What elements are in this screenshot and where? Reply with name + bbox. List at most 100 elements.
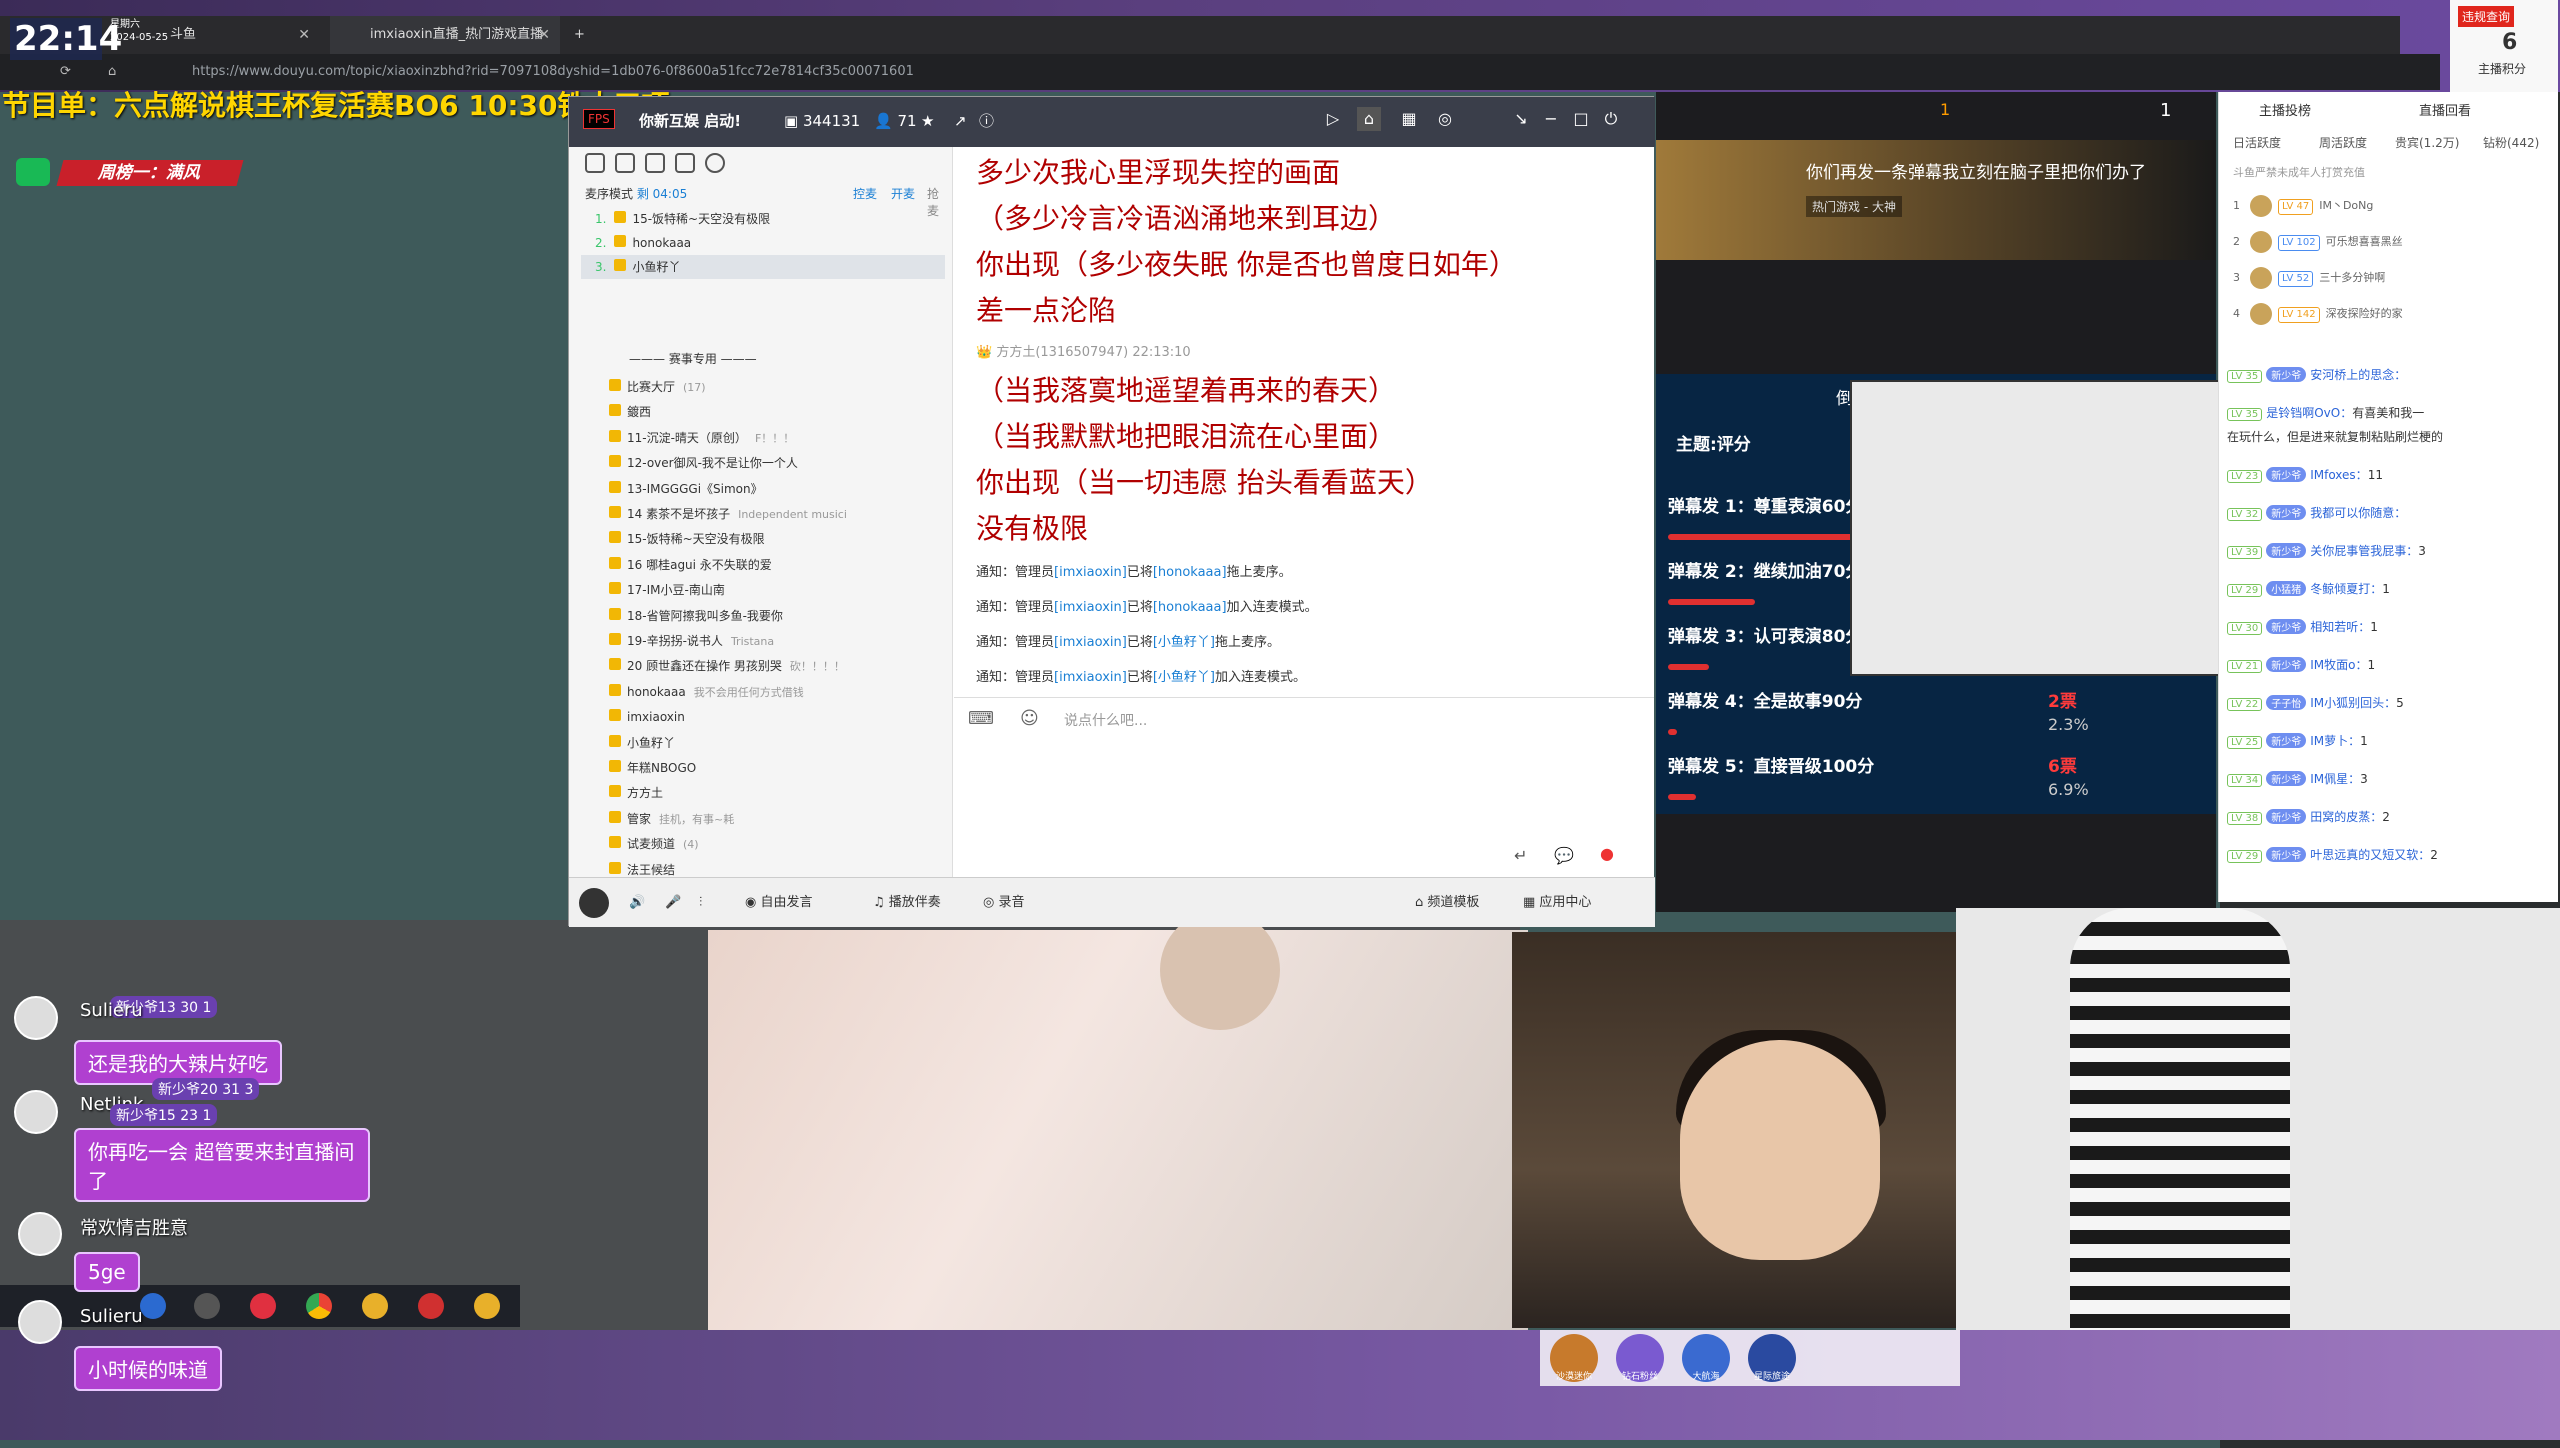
channel-item[interactable]: 14 素茶不是坏孩子 Independent musici (609, 502, 949, 526)
power-icon[interactable]: ⏻ (1599, 107, 1623, 131)
subtab-daily[interactable]: 日活跃度 (2233, 134, 2281, 151)
rank-item[interactable]: 2 LV 102 可乐想喜喜黑丝 (2233, 226, 2543, 258)
emoji-icon[interactable]: ☺ (1020, 708, 1039, 729)
chat-username[interactable]: 安河桥上的思念： (2310, 368, 2406, 382)
chat-username[interactable]: 我都可以你随意： (2310, 506, 2406, 520)
mixer-icon[interactable]: ⫶ (699, 878, 702, 928)
tab-anchor-rank[interactable]: 主播投榜 (2259, 100, 2311, 119)
message-input[interactable]: 说点什么吧... (1064, 710, 1147, 730)
home-icon[interactable]: ⌂ (1357, 107, 1381, 131)
gamepad-icon[interactable]: ◎ (1433, 107, 1457, 131)
subtab-vip[interactable]: 贵宾(1.2万) (2395, 134, 2459, 151)
gift-item[interactable]: 沙漠迷你 (1550, 1334, 1598, 1382)
channel-item[interactable]: imxiaoxin (609, 705, 949, 729)
new-tab-button[interactable]: + (566, 16, 596, 54)
message-input-area[interactable]: ⌨ ☺ 说点什么吧... ↵ 💬 ● (954, 697, 1654, 877)
channel-item[interactable]: 11-沉淀-晴天（原创） F！！！ (609, 426, 949, 450)
star-icon[interactable]: ★ (921, 99, 934, 143)
channel-item[interactable]: 小鱼籽丫 (609, 731, 949, 755)
violation-query-button[interactable]: 违规查询 (2458, 6, 2515, 27)
channel-item[interactable]: 鍍西 (609, 400, 949, 424)
channel-item[interactable]: 比赛大厅 (17) (609, 375, 949, 399)
channel-item[interactable]: 18-省管阿擦我叫多鱼-我要你 (609, 604, 949, 628)
channel-item[interactable]: 方方土 (609, 781, 949, 805)
minimize-to-tray-icon[interactable]: ↘ (1509, 107, 1533, 131)
tab-replay[interactable]: 直播回看 (2419, 100, 2471, 119)
notice-user[interactable]: [imxiaoxin] (1054, 670, 1127, 685)
record-button[interactable]: ◎ 录音 (983, 878, 1025, 928)
app-icon[interactable] (418, 1293, 444, 1319)
channel-item[interactable]: 15-饭特稀~天空没有极限 (609, 527, 949, 551)
close-icon[interactable]: ✕ (298, 16, 310, 54)
app-center-button[interactable]: ▦ 应用中心 (1523, 878, 1591, 928)
notes-icon[interactable] (675, 153, 695, 173)
chat-username[interactable]: 冬鲸倾夏打： (2310, 582, 2382, 596)
channel-template-button[interactable]: ⌂ 频道模板 (1415, 878, 1479, 928)
gift-item[interactable]: 星际旅途 (1748, 1334, 1796, 1382)
channel-item[interactable]: 17-IM小豆-南山南 (609, 578, 949, 602)
gift-item[interactable]: 大航海 (1682, 1334, 1730, 1382)
notice-user[interactable]: [imxiaoxin] (1054, 600, 1127, 615)
chat-username[interactable]: IM牧面o： (2310, 658, 2367, 672)
gift-icon[interactable] (615, 153, 635, 173)
channel-item[interactable]: 年糕NBOGO (609, 756, 949, 780)
share-icon[interactable]: ↗ (954, 99, 967, 143)
enter-icon[interactable]: ↵ (1514, 846, 1527, 865)
free-talk-button[interactable]: ◉ 自由发言 (745, 878, 813, 928)
chat-username[interactable]: 是铃铛啊OvO： (2266, 406, 2352, 420)
notice-user[interactable]: [小鱼籽丫] (1153, 670, 1215, 685)
chat-username[interactable]: IM萝卜： (2310, 734, 2360, 748)
rank-item[interactable]: 4 LV 142 深夜探险好的家 (2233, 298, 2543, 330)
search-icon[interactable] (705, 153, 725, 173)
gift-item[interactable]: 钻石粉丝 (1616, 1334, 1664, 1382)
notice-user[interactable]: [imxiaoxin] (1054, 565, 1127, 580)
accompany-button[interactable]: ♫ 播放伴奏 (873, 878, 941, 928)
channel-item[interactable]: 管家 挂机，有事~耗 (609, 807, 949, 831)
chat-username[interactable]: 关你屁事管我屁事： (2310, 544, 2418, 558)
rank-item[interactable]: 1 LV 47 IM丶DoNg (2233, 190, 2543, 222)
mic-mode[interactable]: 麦序模式 (585, 187, 633, 201)
rank-item[interactable]: 3 LV 52 三十多分钟啊 (2233, 262, 2543, 294)
subtab-diamond[interactable]: 钻粉(442) (2483, 134, 2539, 151)
channel-item[interactable]: 12-over御风-我不是让你一个人 (609, 451, 949, 475)
video-icon[interactable]: ▷ (1321, 107, 1345, 131)
chat-username[interactable]: IM小狐别回头： (2310, 696, 2396, 710)
app-icon[interactable] (194, 1293, 220, 1319)
chat-username[interactable]: 田窝的皮蒸： (2310, 810, 2382, 824)
channel-item[interactable]: 20 顾世鑫还在操作 男孩别哭 砍！！！！ (609, 654, 949, 678)
notice-user[interactable]: [honokaaa] (1153, 600, 1227, 615)
avatar[interactable] (579, 888, 609, 918)
chat-username[interactable]: 叶思远真的又短又软： (2310, 848, 2430, 862)
info-icon[interactable]: ⓘ (979, 99, 994, 143)
open-mic-link[interactable]: 开麦 (891, 185, 915, 202)
mic-icon[interactable]: 🎤 (665, 878, 681, 928)
speaker-icon[interactable]: 🔊 (629, 878, 645, 928)
gamepad-icon[interactable]: ⌨ (968, 708, 994, 729)
section-header[interactable]: ——— 赛事专用 ——— (629, 347, 969, 371)
netease-icon[interactable] (250, 1293, 276, 1319)
chat-username[interactable]: IMfoxes： (2310, 468, 2367, 482)
maximize-icon[interactable]: □ (1569, 107, 1593, 131)
control-mic-link[interactable]: 控麦 (853, 185, 877, 202)
notice-user[interactable]: [imxiaoxin] (1054, 635, 1127, 650)
browser-tab-active[interactable]: imxiaoxin直播_热门游戏直播 ✕ (330, 16, 560, 54)
channel-item[interactable]: 试麦频道 (4) (609, 832, 949, 856)
layout-icon[interactable]: ▦ (1397, 107, 1421, 131)
queue-item[interactable]: 1. 15-饭特稀~天空没有极限 (581, 207, 945, 231)
close-icon[interactable]: ✕ (538, 16, 550, 54)
minimize-icon[interactable]: − (1539, 107, 1563, 131)
user-icon[interactable] (585, 153, 605, 173)
notice-user[interactable]: [honokaaa] (1153, 565, 1227, 580)
location-icon[interactable] (645, 153, 665, 173)
chrome-icon[interactable] (306, 1293, 332, 1319)
channel-item[interactable]: 19-辛拐拐-说书人 Tristana (609, 629, 949, 653)
app-icon[interactable] (474, 1293, 500, 1319)
app-icon[interactable] (140, 1293, 166, 1319)
subtab-weekly[interactable]: 周活跃度 (2319, 134, 2367, 151)
queue-item[interactable]: 3. 小鱼籽丫 (581, 255, 945, 279)
app-icon[interactable] (362, 1293, 388, 1319)
notice-user[interactable]: [小鱼籽丫] (1153, 635, 1215, 650)
channel-item[interactable]: honokaaa 我不会用任何方式借钱 (609, 680, 949, 704)
queue-item[interactable]: 2. honokaaa (581, 231, 945, 255)
chat-bubble-icon[interactable]: 💬 (1554, 846, 1574, 865)
